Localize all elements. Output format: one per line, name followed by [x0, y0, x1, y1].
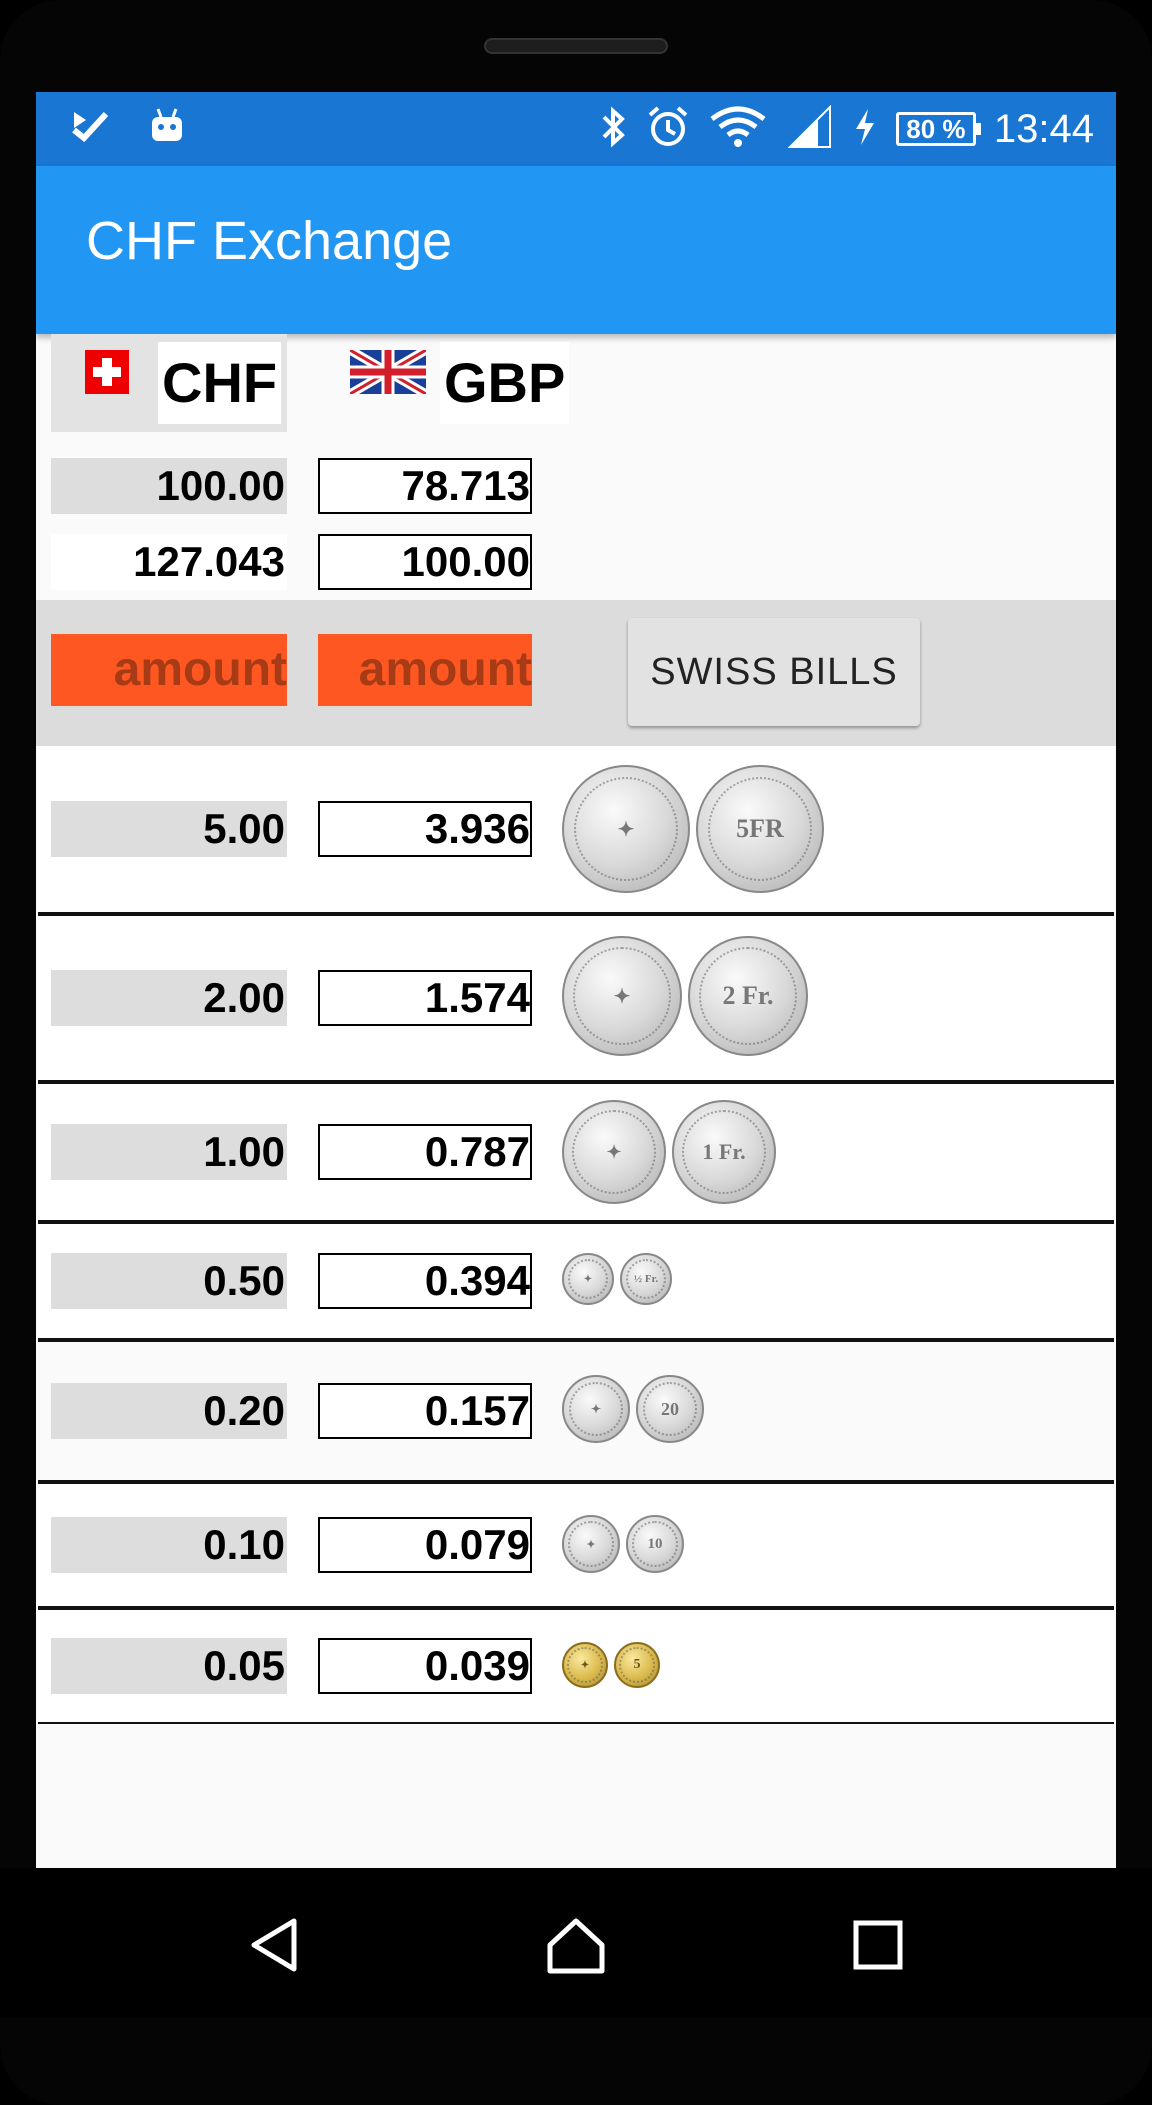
rate-chf-value: 127.043: [51, 534, 287, 590]
recents-nav-icon[interactable]: [846, 1913, 910, 1977]
coin-back-icon: 20: [636, 1375, 704, 1443]
chf-amount-input[interactable]: amount: [51, 634, 287, 706]
android-icon: [148, 107, 186, 150]
coin-front-icon: ✦: [562, 1253, 614, 1305]
coin-gbp-value: 0.787: [318, 1124, 532, 1180]
coin-gbp-value: 0.039: [318, 1638, 532, 1694]
coin-images: ✦ 5: [562, 1642, 660, 1688]
coin-gbp-value: 0.079: [318, 1517, 532, 1573]
coin-back-icon: 5FR: [696, 765, 824, 893]
coin-front-icon: ✦: [562, 1515, 620, 1573]
uk-flag-icon[interactable]: [350, 350, 426, 394]
coin-front-icon: ✦: [562, 1375, 630, 1443]
home-nav-icon[interactable]: [544, 1913, 608, 1977]
coin-front-icon: ✦: [562, 765, 690, 893]
currency-header: CHF GBP: [36, 334, 1116, 442]
swiss-flag-icon: [85, 350, 129, 394]
coin-front-icon: ✦: [562, 1100, 666, 1204]
status-time: 13:44: [993, 106, 1094, 151]
rate-gbp-value: 100.00: [318, 534, 532, 590]
coin-row-005: 0.05 0.039 ✦ 5: [38, 1610, 1114, 1724]
alarm-icon: [646, 105, 690, 154]
coin-chf-value: 0.05: [51, 1638, 287, 1694]
coin-images: ✦ 10: [562, 1515, 684, 1573]
app-bar: CHF Exchange: [36, 166, 1116, 334]
screen: 80 % 13:44 CHF Exchange CHF GBP 100.00 7…: [36, 92, 1116, 1868]
coin-images: ✦ 20: [562, 1375, 704, 1443]
coin-images: ✦ 1 Fr.: [562, 1100, 776, 1204]
coin-gbp-value: 1.574: [318, 970, 532, 1026]
coin-chf-value: 1.00: [51, 1124, 287, 1180]
signal-icon: [786, 104, 834, 154]
rate-chf-value: 100.00: [51, 458, 287, 514]
input-band: amount amount SWISS BILLS: [36, 600, 1116, 746]
chf-header[interactable]: CHF: [51, 334, 287, 432]
back-nav-icon[interactable]: [244, 1913, 308, 1977]
wifi-icon: [708, 105, 768, 154]
coin-chf-value: 0.50: [51, 1253, 287, 1309]
rate-gbp-value: 78.713: [318, 458, 532, 514]
coin-images: ✦ 2 Fr.: [562, 936, 808, 1056]
coin-back-icon: 10: [626, 1515, 684, 1573]
coin-gbp-value: 3.936: [318, 801, 532, 857]
gbp-code[interactable]: GBP: [440, 342, 570, 424]
swiss-bills-button[interactable]: SWISS BILLS: [628, 618, 920, 726]
coin-row-2: 2.00 1.574 ✦ 2 Fr.: [38, 916, 1114, 1084]
coin-chf-value: 0.10: [51, 1517, 287, 1573]
coin-back-icon: 5: [614, 1642, 660, 1688]
coin-row-1: 1.00 0.787 ✦ 1 Fr.: [38, 1084, 1114, 1224]
bluetooth-icon: [598, 105, 628, 154]
check-notification-icon: [70, 106, 110, 151]
coin-row-020: 0.20 0.157 ✦ 20: [38, 1342, 1114, 1484]
speaker-grille: [484, 38, 668, 54]
coin-gbp-value: 0.157: [318, 1383, 532, 1439]
battery-indicator: 80 %: [895, 112, 981, 146]
coin-chf-value: 0.20: [51, 1383, 287, 1439]
coin-row-5: 5.00 3.936 ✦ 5FR: [38, 746, 1114, 916]
phone-frame: 80 % 13:44 CHF Exchange CHF GBP 100.00 7…: [0, 0, 1152, 2105]
coin-gbp-value: 0.394: [318, 1253, 532, 1309]
coin-row-050: 0.50 0.394 ✦ ½ Fr.: [38, 1224, 1114, 1342]
navigation-bar: [0, 1868, 1152, 2018]
gbp-amount-input[interactable]: amount: [318, 634, 532, 706]
coin-front-icon: ✦: [562, 1642, 608, 1688]
coin-images: ✦ 5FR: [562, 765, 824, 893]
chf-code: CHF: [158, 342, 282, 424]
coin-chf-value: 5.00: [51, 801, 287, 857]
coin-back-icon: 2 Fr.: [688, 936, 808, 1056]
coin-chf-value: 2.00: [51, 970, 287, 1026]
charging-icon: [852, 107, 878, 152]
coin-row-010: 0.10 0.079 ✦ 10: [38, 1484, 1114, 1610]
coin-back-icon: ½ Fr.: [620, 1253, 672, 1305]
coin-front-icon: ✦: [562, 936, 682, 1056]
coin-back-icon: 1 Fr.: [672, 1100, 776, 1204]
coin-images: ✦ ½ Fr.: [562, 1253, 672, 1305]
app-title: CHF Exchange: [86, 211, 453, 271]
status-bar: 80 % 13:44: [36, 92, 1116, 166]
